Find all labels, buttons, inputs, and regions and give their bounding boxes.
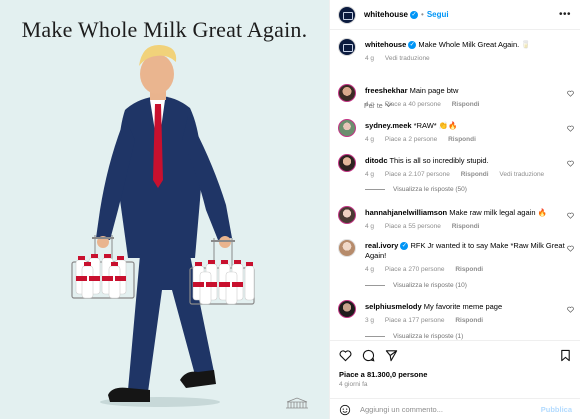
comment-username[interactable]: selphiusmelody bbox=[365, 302, 422, 311]
comment-time[interactable]: 4 g bbox=[365, 171, 374, 178]
heart-icon[interactable] bbox=[567, 90, 574, 97]
see-translation-link[interactable]: Vedi traduzione bbox=[385, 55, 430, 62]
caption-time[interactable]: 4 g bbox=[365, 55, 374, 62]
avatar[interactable] bbox=[338, 154, 356, 172]
comment-time[interactable]: 4 g bbox=[365, 101, 374, 108]
divider bbox=[365, 189, 385, 190]
comment-time[interactable]: 4 g bbox=[365, 136, 374, 143]
comment-time[interactable]: 4 g bbox=[365, 266, 374, 273]
emoji-icon[interactable] bbox=[339, 404, 351, 416]
comment-icon[interactable] bbox=[362, 349, 375, 362]
comment-username[interactable]: real.ivory bbox=[365, 241, 398, 250]
post-header: whitehouse ✓ • Segui ••• bbox=[330, 0, 580, 30]
comment-text: This is all so incredibly stupid. bbox=[389, 156, 489, 165]
heart-icon[interactable] bbox=[567, 306, 574, 313]
view-replies-label: Visualizza le risposte (50) bbox=[393, 186, 467, 193]
avatar[interactable] bbox=[338, 239, 356, 257]
verified-icon: ✓ bbox=[408, 41, 417, 50]
comment-likes[interactable]: Piace a 270 persone bbox=[385, 266, 445, 273]
view-replies-button[interactable]: Visualizza le risposte (1) bbox=[365, 333, 463, 340]
comment-text: Make raw milk legal again 🔥 bbox=[449, 208, 547, 217]
avatar[interactable] bbox=[338, 206, 356, 224]
verified-icon: ✓ bbox=[400, 242, 409, 251]
publish-button[interactable]: Pubblica bbox=[541, 405, 572, 414]
reply-button[interactable]: Rispondi bbox=[455, 266, 483, 273]
post-actions: Piace a 81.300,0 persone 4 giorni fa Pub… bbox=[330, 340, 580, 419]
heart-icon[interactable] bbox=[567, 125, 574, 132]
see-translation-link[interactable]: Vedi traduzione bbox=[499, 171, 544, 178]
comment-username[interactable]: sydney.meek bbox=[365, 121, 412, 130]
action-icons bbox=[339, 349, 398, 362]
comment-username[interactable]: freeshekhar bbox=[365, 86, 408, 95]
caption-text: Make Whole Milk Great Again. 🥛 bbox=[418, 40, 531, 49]
separator: • bbox=[421, 10, 424, 19]
likes-count[interactable]: Piace a 81.300,0 persone bbox=[339, 370, 427, 379]
avatar[interactable] bbox=[338, 38, 356, 56]
comment-time[interactable]: 4 g bbox=[365, 223, 374, 230]
comment-likes[interactable]: Piace a 2 persone bbox=[385, 136, 437, 143]
comment-likes[interactable]: Piace a 40 persone bbox=[385, 101, 441, 108]
reply-button[interactable]: Rispondi bbox=[452, 223, 480, 230]
follow-button[interactable]: Segui bbox=[427, 10, 449, 19]
post-side-panel: whitehouse ✓ • Segui ••• whitehouse ✓ Mak… bbox=[329, 0, 580, 419]
comment-likes[interactable]: Piace a 2.107 persone bbox=[385, 171, 450, 178]
share-icon[interactable] bbox=[385, 349, 398, 362]
view-replies-label: Visualizza le risposte (1) bbox=[393, 333, 464, 340]
reply-button[interactable]: Rispondi bbox=[455, 317, 483, 324]
bookmark-button[interactable] bbox=[559, 349, 572, 367]
comment-username[interactable]: ditodc bbox=[365, 156, 388, 165]
reply-button[interactable]: Rispondi bbox=[448, 136, 476, 143]
post-date[interactable]: 4 giorni fa bbox=[339, 381, 368, 388]
divider bbox=[365, 336, 385, 337]
heart-icon[interactable] bbox=[567, 245, 574, 252]
comment-likes[interactable]: Piace a 177 persone bbox=[385, 317, 445, 324]
comment-text: Main page btw bbox=[409, 86, 459, 95]
comments-list[interactable]: whitehouse ✓ Make Whole Milk Great Again.… bbox=[330, 30, 580, 340]
heart-icon[interactable] bbox=[567, 212, 574, 219]
view-replies-button[interactable]: Visualizza le risposte (10) bbox=[365, 282, 467, 289]
header-username[interactable]: whitehouse bbox=[364, 10, 408, 19]
avatar[interactable] bbox=[338, 84, 356, 102]
post-image[interactable]: Make Whole Milk Great Again. bbox=[0, 0, 329, 419]
verified-icon: ✓ bbox=[410, 10, 419, 19]
comment-text: My favorite meme page bbox=[423, 302, 503, 311]
reply-button[interactable]: Rispondi bbox=[452, 101, 480, 108]
comment-text: *RAW* 👏🔥 bbox=[413, 121, 458, 130]
reply-button[interactable]: Rispondi bbox=[461, 171, 489, 178]
white-house-logo bbox=[286, 397, 308, 409]
comment-username[interactable]: hannahjanelwilliamson bbox=[365, 208, 447, 217]
comment-likes[interactable]: Piace a 55 persone bbox=[385, 223, 441, 230]
avatar[interactable] bbox=[338, 300, 356, 318]
comment-input[interactable] bbox=[360, 405, 520, 414]
heart-icon[interactable] bbox=[567, 160, 574, 167]
more-horizontal-icon[interactable]: ••• bbox=[559, 9, 571, 20]
view-replies-label: Visualizza le risposte (10) bbox=[393, 282, 467, 289]
comment-composer: Pubblica bbox=[330, 398, 580, 419]
comment-time[interactable]: 3 g bbox=[365, 317, 374, 324]
avatar[interactable] bbox=[338, 119, 356, 137]
view-replies-button[interactable]: Visualizza le risposte (50) bbox=[365, 186, 467, 193]
bookmark-icon bbox=[561, 349, 570, 362]
like-heart-icon[interactable] bbox=[339, 349, 352, 362]
illustration bbox=[71, 44, 255, 407]
avatar[interactable] bbox=[338, 5, 356, 24]
divider bbox=[365, 285, 385, 286]
caption-username[interactable]: whitehouse bbox=[365, 40, 406, 49]
